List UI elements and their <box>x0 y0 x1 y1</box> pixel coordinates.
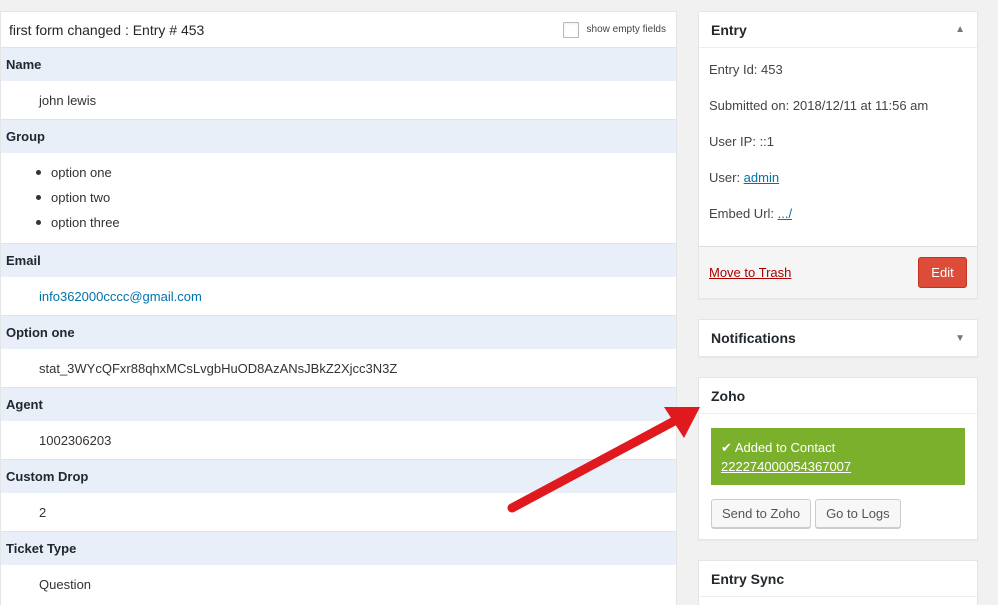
show-empty-toggle[interactable]: show empty fields <box>562 21 666 38</box>
entry-box-footer: Move to Trash Edit <box>699 246 977 298</box>
show-empty-checkbox[interactable] <box>562 21 579 38</box>
list-item: option three <box>35 210 676 235</box>
user-link[interactable]: admin <box>744 170 779 185</box>
notifications-box-header[interactable]: Notifications ▼ <box>699 320 977 356</box>
zoho-box-title: Zoho <box>711 387 746 404</box>
field-label-agent: Agent <box>1 387 676 421</box>
entry-sync-box: Entry Sync <box>698 560 978 605</box>
edit-button[interactable]: Edit <box>918 257 967 288</box>
field-label-ticket-type: Ticket Type <box>1 531 676 565</box>
entry-details-panel: first form changed : Entry # 453 show em… <box>0 11 677 605</box>
entry-box-title: Entry <box>711 21 747 38</box>
move-to-trash-link[interactable]: Move to Trash <box>709 265 791 280</box>
embed-url-link[interactable]: .../ <box>778 206 792 221</box>
triangle-up-icon[interactable]: ▲ <box>955 24 965 35</box>
show-empty-label: show empty fields <box>586 24 666 35</box>
field-value-email: info362000cccc@gmail.com <box>1 277 676 315</box>
entry-box-header[interactable]: Entry ▲ <box>699 12 977 48</box>
notifications-box: Notifications ▼ <box>698 319 978 357</box>
field-value-name: john lewis <box>39 92 97 108</box>
field-label-option-one: Option one <box>1 315 676 349</box>
field-value-option-one: stat_3WYcQFxr88qhxMCsLvgbHuOD8AzANsJBkZ2… <box>39 360 398 376</box>
field-value-ticket-type: Question <box>39 576 92 592</box>
triangle-down-icon[interactable]: ▼ <box>955 333 965 344</box>
zoho-box: Zoho ✔ Added to Contact 2222740000543670… <box>698 377 978 540</box>
zoho-box-header: Zoho <box>699 378 977 414</box>
entry-sync-box-title: Entry Sync <box>711 570 785 587</box>
field-label-name: Name <box>1 47 676 81</box>
user-ip: User IP: ::1 <box>709 134 775 149</box>
zoho-contact-link[interactable]: 222274000054367007 <box>721 459 851 474</box>
field-value-agent: 1002306203 <box>39 432 112 448</box>
list-item: option one <box>35 160 676 185</box>
field-label-custom-drop: Custom Drop <box>1 459 676 493</box>
field-value-custom-drop: 2 <box>39 504 47 520</box>
field-label-group: Group <box>1 119 676 153</box>
submitted-on: Submitted on: 2018/12/11 at 11:56 am <box>709 98 929 113</box>
entry-id: Entry Id: 453 <box>709 62 783 77</box>
entry-title: first form changed : Entry # 453 <box>9 21 205 38</box>
zoho-status-text: Added to Contact <box>734 440 836 455</box>
list-item: option two <box>35 185 676 210</box>
field-label-email: Email <box>1 243 676 277</box>
field-value-group: option one option two option three <box>1 153 676 243</box>
embed-url-label: Embed Url: <box>709 206 778 221</box>
go-to-logs-button[interactable]: Go to Logs <box>815 499 901 528</box>
email-link[interactable]: info362000cccc@gmail.com <box>39 289 202 304</box>
entry-box: Entry ▲ Entry Id: 453 Submitted on: 2018… <box>698 11 978 299</box>
user-row: User: admin <box>709 170 967 206</box>
user-label: User: <box>709 170 744 185</box>
entry-sync-box-header[interactable]: Entry Sync <box>699 561 977 597</box>
notifications-box-title: Notifications <box>711 330 796 346</box>
embed-url-row: Embed Url: .../ <box>709 206 967 242</box>
zoho-status-notice: ✔ Added to Contact 222274000054367007 <box>711 428 965 485</box>
check-icon: ✔ <box>721 440 732 455</box>
entry-header: first form changed : Entry # 453 show em… <box>1 12 676 47</box>
send-to-zoho-button[interactable]: Send to Zoho <box>711 499 812 528</box>
